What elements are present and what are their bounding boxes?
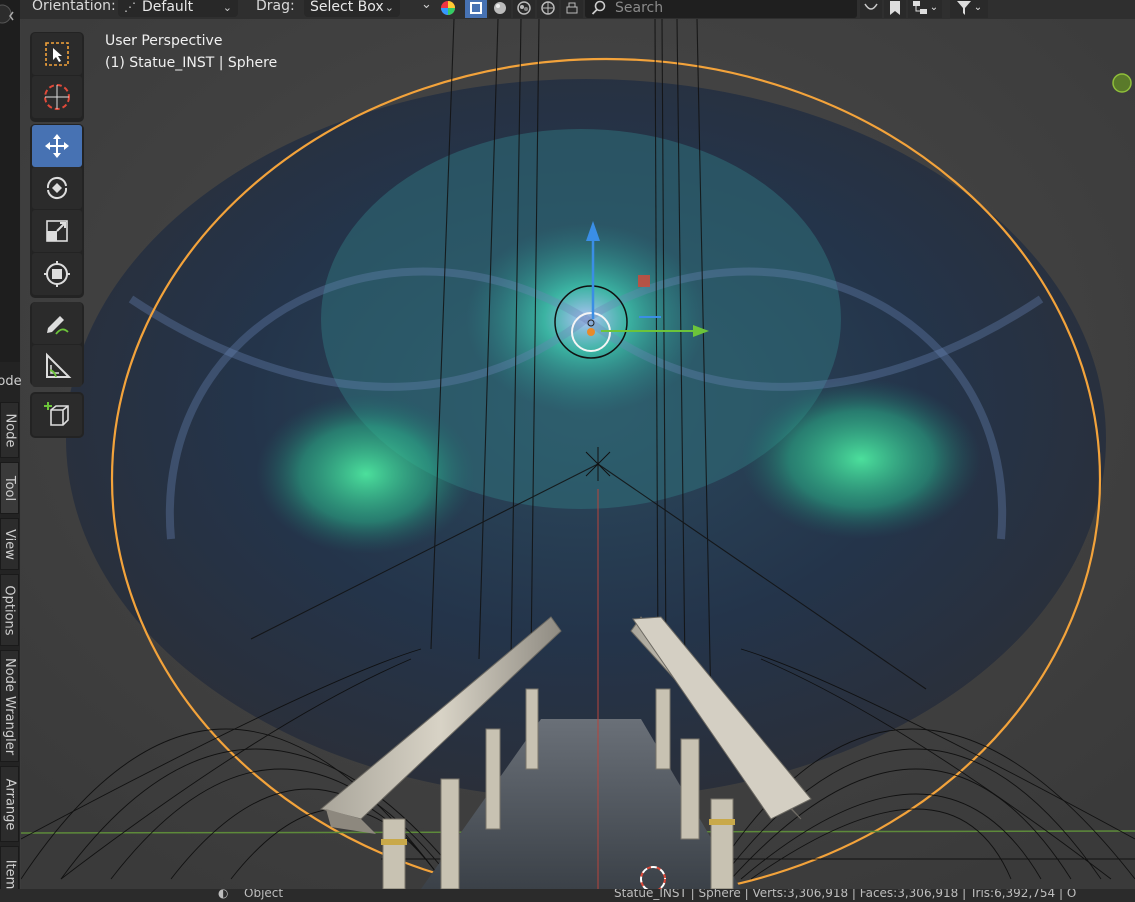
search-icon [591, 0, 606, 15]
chevron-down-icon: ⌄ [973, 2, 983, 13]
drag-value: Select Box [310, 0, 384, 15]
search-input[interactable]: Search [585, 0, 857, 18]
view-name-label: User Perspective [105, 33, 223, 49]
orientation-dropdown[interactable]: ⋰ Default ⌄ [118, 0, 238, 17]
scale-icon [46, 220, 68, 242]
navigation-gizmo-icon [1112, 73, 1132, 93]
arc-icon[interactable] [860, 0, 882, 18]
tab-node-partial[interactable]: ode [0, 362, 22, 400]
sidebar-tabs: ode Node Tool View Options Node Wrangler… [0, 362, 22, 902]
orientation-label: Orientation: [32, 0, 116, 14]
viewport-scene [21, 19, 1135, 889]
rendered-shading-button[interactable] [537, 0, 559, 18]
rotate-tool[interactable] [32, 167, 82, 209]
viewport-header: Orientation: ⋰ Default ⌄ Drag: Select Bo… [0, 0, 1135, 19]
chevron-down-icon[interactable]: ⌄ [421, 0, 432, 12]
transform-icon [44, 261, 70, 287]
search-placeholder: Search [615, 0, 664, 16]
chevron-down-icon: ⌄ [929, 2, 939, 13]
transform-tool[interactable] [32, 253, 82, 295]
cursor-tool[interactable] [32, 76, 82, 118]
render-layers-icon[interactable] [561, 0, 583, 18]
tab-node[interactable]: Node [0, 402, 19, 458]
filter-icon[interactable]: ⌄ [950, 0, 988, 18]
mode-icon: ◐ [218, 889, 229, 900]
status-bar: ◐ Object Statue_INST | Sphere | Verts:3,… [0, 889, 1135, 902]
solid-shading-button[interactable] [489, 0, 511, 18]
editor-type-icon[interactable] [0, 0, 20, 40]
move-icon [45, 134, 69, 158]
bookmark-icon[interactable] [884, 0, 906, 18]
select-box-icon [45, 42, 69, 66]
measure-icon [46, 352, 72, 378]
wireframe-shading-button[interactable] [465, 0, 487, 18]
drag-dropdown[interactable]: Select Box ⌄ [304, 0, 400, 17]
cursor-icon [44, 84, 70, 110]
tab-view[interactable]: View [0, 518, 19, 570]
tab-node-wrangler[interactable]: Node Wrangler [0, 650, 19, 762]
rotate-icon [46, 177, 68, 199]
orientation-value: Default [142, 0, 194, 15]
color-wheel-icon[interactable] [437, 0, 459, 18]
scene-stats: Statue_INST | Sphere | Verts:3,306,918 |… [614, 889, 1077, 900]
add-cube-icon [44, 402, 69, 426]
orientation-icon: ⋰ [124, 0, 136, 14]
3d-viewport[interactable]: User Perspective (1) Statue_INST | Spher… [21, 19, 1135, 889]
scale-tool[interactable] [32, 210, 82, 252]
drag-label: Drag: [256, 0, 295, 14]
tab-tool[interactable]: Tool [0, 462, 19, 514]
hierarchy-icon[interactable]: ⌄ [908, 0, 942, 18]
tab-arrange[interactable]: Arrange [0, 766, 19, 842]
annotate-icon [47, 316, 69, 335]
measure-tool[interactable] [32, 345, 82, 387]
move-tool[interactable] [32, 125, 82, 167]
chevron-down-icon: ⌄ [222, 0, 232, 14]
object-info-label: (1) Statue_INST | Sphere [105, 55, 278, 71]
tab-options[interactable]: Options [0, 574, 19, 646]
mode-label: Object [244, 889, 284, 900]
material-shading-button[interactable] [513, 0, 535, 18]
annotate-tool[interactable] [32, 302, 82, 344]
chevron-down-icon: ⌄ [384, 0, 394, 14]
select-box-tool[interactable] [32, 33, 82, 75]
add-cube-tool[interactable] [32, 394, 82, 436]
